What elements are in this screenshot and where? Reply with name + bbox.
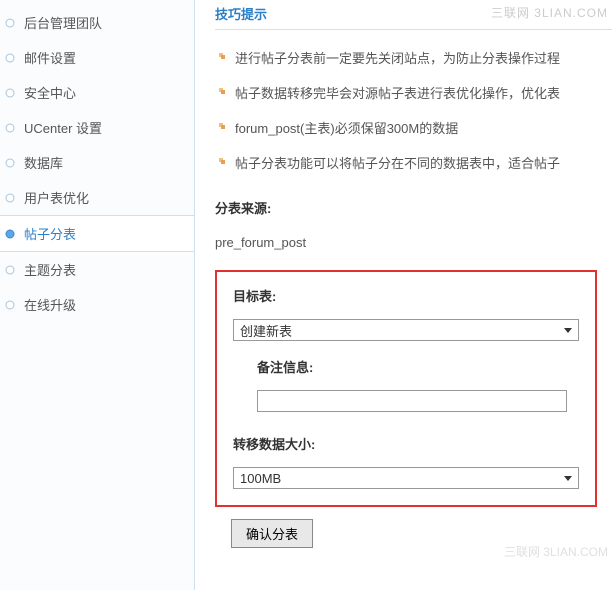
source-label: 分表来源: [215, 198, 612, 217]
sidebar: 后台管理团队 邮件设置 安全中心 UCenter 设置 数据库 用户表优化 帖子… [0, 0, 195, 590]
sidebar-item-database[interactable]: 数据库 [0, 145, 194, 180]
tip-item: 帖子数据转移完毕会对源帖子表进行表优化操作，优化表 [215, 75, 612, 110]
chevron-down-icon [564, 328, 572, 333]
remark-input[interactable] [257, 390, 567, 412]
form-box: 目标表: 创建新表 备注信息: 转移数据大小: 100MB [215, 270, 597, 507]
size-section: 转移数据大小: 100MB [233, 434, 579, 489]
main-content: 技巧提示 进行帖子分表前一定要先关闭站点，为防止分表操作过程 帖子数据转移完毕会… [195, 0, 612, 590]
sidebar-item-admin-team[interactable]: 后台管理团队 [0, 5, 194, 40]
sidebar-item-security[interactable]: 安全中心 [0, 75, 194, 110]
watermark-text-bottom: 三联网 3LIAN.COM [504, 543, 608, 560]
tip-item: forum_post(主表)必须保留300M的数据 [215, 110, 612, 145]
tips-list: 进行帖子分表前一定要先关闭站点，为防止分表操作过程 帖子数据转移完毕会对源帖子表… [215, 30, 612, 180]
transfer-size-value: 100MB [240, 471, 281, 486]
sidebar-item-mail-settings[interactable]: 邮件设置 [0, 40, 194, 75]
confirm-split-button[interactable]: 确认分表 [231, 519, 313, 548]
sidebar-item-ucenter[interactable]: UCenter 设置 [0, 110, 194, 145]
tips-title: 技巧提示 [215, 7, 267, 22]
sidebar-item-online-upgrade[interactable]: 在线升级 [0, 287, 194, 322]
tip-item: 进行帖子分表前一定要先关闭站点，为防止分表操作过程 [215, 40, 612, 75]
transfer-size-label: 转移数据大小: [233, 434, 579, 453]
sidebar-item-user-table[interactable]: 用户表优化 [0, 180, 194, 215]
remark-label: 备注信息: [257, 357, 579, 376]
target-table-select[interactable]: 创建新表 [233, 319, 579, 341]
sidebar-item-post-table[interactable]: 帖子分表 [0, 215, 194, 252]
main-container: 后台管理团队 邮件设置 安全中心 UCenter 设置 数据库 用户表优化 帖子… [0, 0, 612, 590]
transfer-size-select[interactable]: 100MB [233, 467, 579, 489]
tip-item: 帖子分表功能可以将帖子分在不同的数据表中，适合帖子 [215, 145, 612, 180]
chevron-down-icon [564, 476, 572, 481]
watermark-text: 三联网 3LIAN.COM [491, 4, 608, 21]
sidebar-item-topic-table[interactable]: 主题分表 [0, 252, 194, 287]
target-table-value: 创建新表 [240, 321, 292, 340]
target-table-label: 目标表: [233, 286, 579, 305]
source-section: 分表来源: pre_forum_post [215, 198, 612, 250]
source-value: pre_forum_post [215, 235, 612, 250]
remark-section: 备注信息: [233, 357, 579, 412]
